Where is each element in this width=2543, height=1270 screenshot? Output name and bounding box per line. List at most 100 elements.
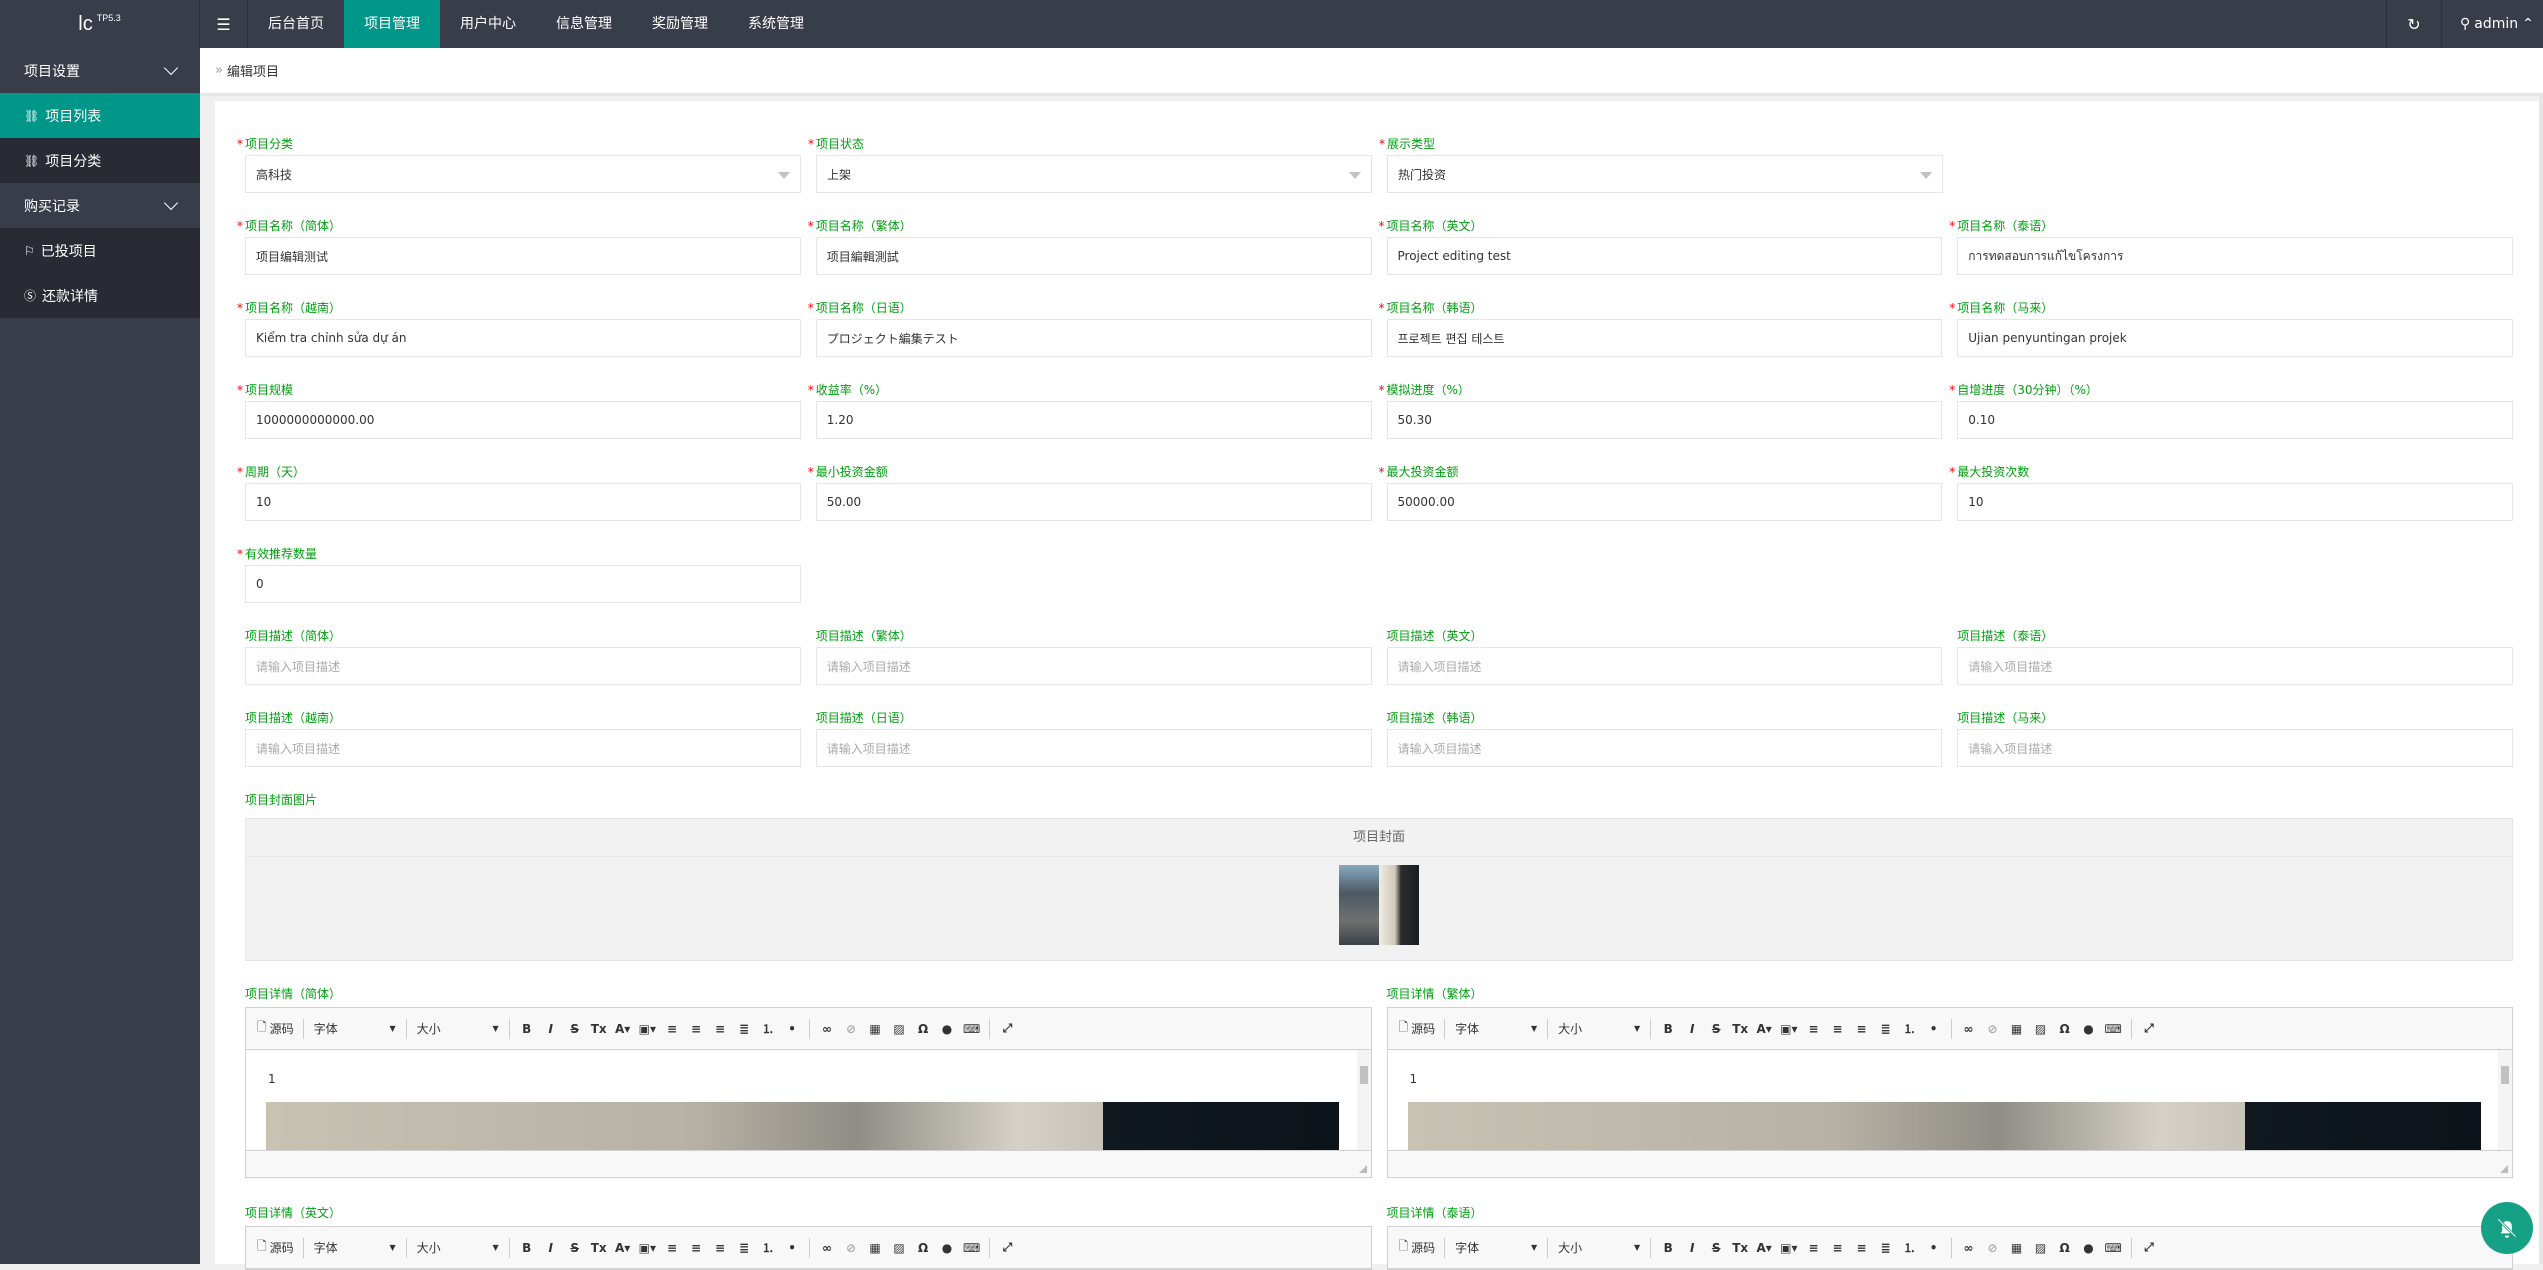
- bullet-list-icon[interactable]: •: [1923, 1236, 1945, 1260]
- text-input[interactable]: 1000000000000.00: [245, 401, 801, 439]
- link-icon[interactable]: ∞: [1958, 1236, 1980, 1260]
- text-input[interactable]: 项目編輯測試: [815, 237, 1372, 275]
- text-input[interactable]: 1.20: [815, 401, 1372, 439]
- table-icon[interactable]: ▦: [864, 1017, 886, 1041]
- cover-upload[interactable]: 项目封面: [245, 818, 2513, 961]
- bold-icon[interactable]: B: [1657, 1017, 1679, 1041]
- text-input[interactable]: プロジェクト編集テスト: [815, 319, 1372, 357]
- bullet-list-icon[interactable]: •: [781, 1236, 803, 1260]
- align-left-icon[interactable]: ≡: [661, 1017, 683, 1041]
- maximize-icon[interactable]: ⤢: [2138, 1017, 2160, 1041]
- table-icon[interactable]: ▦: [864, 1236, 886, 1260]
- numbered-list-icon[interactable]: ⒈: [757, 1236, 779, 1260]
- editor-scrollbar[interactable]: [2498, 1050, 2512, 1150]
- size-select[interactable]: 大小 ▼: [413, 1017, 503, 1041]
- nav-item[interactable]: 系统管理: [728, 0, 824, 48]
- image-icon[interactable]: ▨: [888, 1017, 910, 1041]
- notification-fab[interactable]: [2481, 1202, 2533, 1254]
- text-input[interactable]: การทดสอบการแก้ไขโครงการ: [1957, 237, 2513, 275]
- text-input[interactable]: 50000.00: [1386, 483, 1943, 521]
- size-select[interactable]: 大小 ▼: [413, 1236, 503, 1260]
- div-icon[interactable]: ⌨: [2102, 1236, 2125, 1260]
- remove-format-icon[interactable]: Tx: [1729, 1236, 1751, 1260]
- align-right-icon[interactable]: ≡: [709, 1236, 731, 1260]
- flash-icon[interactable]: ●: [936, 1017, 958, 1041]
- text-color-icon[interactable]: A▾: [1753, 1236, 1775, 1260]
- bold-icon[interactable]: B: [516, 1017, 538, 1041]
- text-input[interactable]: 50.00: [815, 483, 1372, 521]
- unlink-icon[interactable]: ⊘: [1982, 1236, 2004, 1260]
- flash-icon[interactable]: ●: [936, 1236, 958, 1260]
- align-center-icon[interactable]: ≡: [685, 1017, 707, 1041]
- bg-color-icon[interactable]: ▣▾: [1777, 1236, 1800, 1260]
- sidebar-item[interactable]: Ⓢ 还款详情: [0, 273, 200, 318]
- table-icon[interactable]: ▦: [2006, 1017, 2028, 1041]
- scrollbar-thumb[interactable]: [2501, 1066, 2509, 1084]
- nav-item[interactable]: 信息管理: [536, 0, 632, 48]
- sidebar-item[interactable]: ⚐ 已投项目: [0, 228, 200, 273]
- text-input[interactable]: 0.10: [1957, 401, 2513, 439]
- image-icon[interactable]: ▨: [2030, 1236, 2052, 1260]
- text-input[interactable]: 10: [245, 483, 801, 521]
- strikethrough-icon[interactable]: S: [564, 1017, 586, 1041]
- font-select[interactable]: 字体 ▼: [310, 1017, 400, 1041]
- text-color-icon[interactable]: A▾: [1753, 1017, 1775, 1041]
- remove-format-icon[interactable]: Tx: [1729, 1017, 1751, 1041]
- nav-item[interactable]: 项目管理: [344, 0, 440, 48]
- sidebar-item[interactable]: ⛓ 项目列表: [0, 93, 200, 138]
- select-field[interactable]: 高科技: [245, 155, 801, 193]
- textarea-field[interactable]: 请输入项目描述: [815, 647, 1372, 685]
- align-left-icon[interactable]: ≡: [1803, 1017, 1825, 1041]
- textarea-field[interactable]: 请输入项目描述: [1957, 647, 2513, 685]
- text-color-icon[interactable]: A▾: [612, 1017, 634, 1041]
- bold-icon[interactable]: B: [1657, 1236, 1679, 1260]
- italic-icon[interactable]: I: [540, 1017, 562, 1041]
- textarea-field[interactable]: 请输入项目描述: [1386, 729, 1943, 767]
- nav-item[interactable]: 用户中心: [440, 0, 536, 48]
- sidebar-item[interactable]: ⛓ 项目分类: [0, 138, 200, 183]
- nav-item[interactable]: 奖励管理: [632, 0, 728, 48]
- special-char-icon[interactable]: Ω: [2054, 1236, 2076, 1260]
- editor-scrollbar[interactable]: [1356, 1050, 1371, 1150]
- source-button[interactable]: 🗋︎ 源码: [254, 1017, 297, 1041]
- image-icon[interactable]: ▨: [888, 1236, 910, 1260]
- remove-format-icon[interactable]: Tx: [588, 1236, 610, 1260]
- editor-content[interactable]: 1: [246, 1050, 1371, 1150]
- align-left-icon[interactable]: ≡: [1803, 1236, 1825, 1260]
- user-menu[interactable]: ⚲ admin ⌃: [2442, 16, 2543, 32]
- editor-content[interactable]: 1: [1387, 1050, 2512, 1150]
- align-center-icon[interactable]: ≡: [685, 1236, 707, 1260]
- text-input[interactable]: 项目编辑测试: [245, 237, 801, 275]
- text-input[interactable]: 50.30: [1386, 401, 1943, 439]
- size-select[interactable]: 大小 ▼: [1554, 1236, 1644, 1260]
- bold-icon[interactable]: B: [516, 1236, 538, 1260]
- flash-icon[interactable]: ●: [2078, 1236, 2100, 1260]
- align-center-icon[interactable]: ≡: [1827, 1236, 1849, 1260]
- select-field[interactable]: 上架: [816, 155, 1372, 193]
- size-select[interactable]: 大小 ▼: [1554, 1017, 1644, 1041]
- unlink-icon[interactable]: ⊘: [840, 1236, 862, 1260]
- logo[interactable]: lc TP5.3: [0, 0, 200, 48]
- text-input[interactable]: 프로젝트 편집 테스트: [1386, 319, 1943, 357]
- cover-image[interactable]: [1339, 865, 1419, 945]
- link-icon[interactable]: ∞: [816, 1017, 838, 1041]
- text-input[interactable]: Kiểm tra chỉnh sửa dự án: [245, 319, 801, 357]
- text-input[interactable]: 0: [245, 565, 801, 603]
- source-button[interactable]: 🗋︎ 源码: [1396, 1017, 1439, 1041]
- unlink-icon[interactable]: ⊘: [840, 1017, 862, 1041]
- font-select[interactable]: 字体 ▼: [310, 1236, 400, 1260]
- align-right-icon[interactable]: ≡: [1851, 1017, 1873, 1041]
- align-left-icon[interactable]: ≡: [661, 1236, 683, 1260]
- special-char-icon[interactable]: Ω: [2054, 1017, 2076, 1041]
- textarea-field[interactable]: 请输入项目描述: [1386, 647, 1943, 685]
- div-icon[interactable]: ⌨: [960, 1017, 983, 1041]
- scrollbar-thumb[interactable]: [1359, 1066, 1368, 1084]
- strikethrough-icon[interactable]: S: [1705, 1236, 1727, 1260]
- italic-icon[interactable]: I: [1681, 1236, 1703, 1260]
- maximize-icon[interactable]: ⤢: [2138, 1236, 2160, 1260]
- resize-handle[interactable]: [1358, 1165, 1367, 1173]
- italic-icon[interactable]: I: [1681, 1017, 1703, 1041]
- image-icon[interactable]: ▨: [2030, 1017, 2052, 1041]
- table-icon[interactable]: ▦: [2006, 1236, 2028, 1260]
- justify-icon[interactable]: ≣: [1875, 1236, 1897, 1260]
